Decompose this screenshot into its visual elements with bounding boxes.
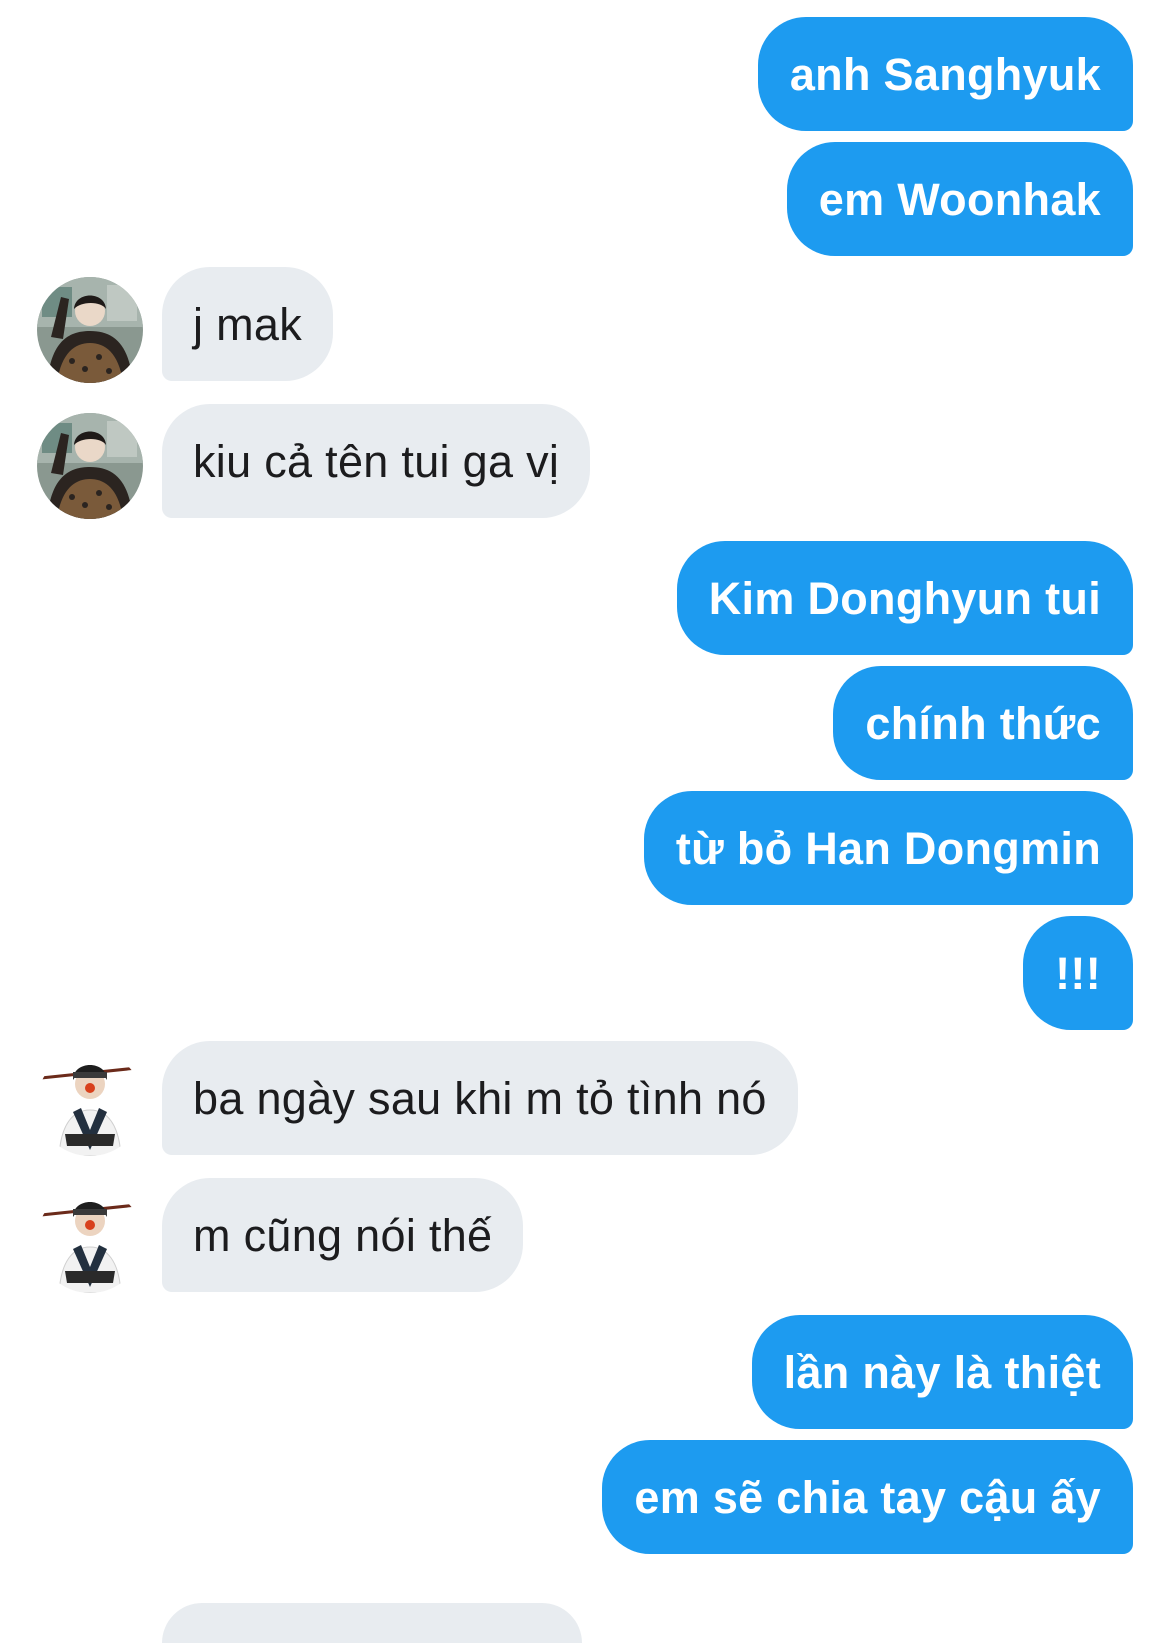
outgoing-message[interactable]: !!! bbox=[1023, 916, 1133, 1030]
avatar-photo-icon bbox=[37, 277, 143, 383]
message-text: Kim Donghyun tui bbox=[708, 572, 1101, 624]
message-text: em Woonhak bbox=[818, 173, 1101, 225]
message-text: j mak bbox=[193, 298, 303, 350]
message-text: từ bỏ Han Dongmin bbox=[675, 822, 1101, 874]
message-text: ba ngày sau khi m tỏ tình nó bbox=[193, 1072, 767, 1124]
incoming-message-partial[interactable] bbox=[162, 1603, 582, 1643]
message-text: kiu cả tên tui ga vị bbox=[193, 435, 560, 487]
contact-avatar[interactable] bbox=[37, 413, 143, 519]
outgoing-message[interactable]: từ bỏ Han Dongmin bbox=[643, 791, 1133, 905]
contact-avatar[interactable] bbox=[37, 1050, 143, 1156]
message-text: chính thức bbox=[865, 697, 1101, 749]
contact-avatar[interactable] bbox=[37, 277, 143, 383]
outgoing-message[interactable]: anh Sanghyuk bbox=[757, 17, 1133, 131]
avatar-photo-icon bbox=[37, 1187, 143, 1293]
outgoing-message[interactable]: em sẽ chia tay cậu ấy bbox=[602, 1440, 1133, 1554]
outgoing-message[interactable]: lần này là thiệt bbox=[751, 1315, 1133, 1429]
contact-avatar[interactable] bbox=[37, 1187, 143, 1293]
incoming-message[interactable]: j mak bbox=[162, 267, 334, 381]
outgoing-message[interactable]: Kim Donghyun tui bbox=[676, 541, 1133, 655]
incoming-message[interactable]: kiu cả tên tui ga vị bbox=[162, 404, 591, 518]
outgoing-message[interactable]: chính thức bbox=[833, 666, 1133, 780]
incoming-message[interactable]: m cũng nói thế bbox=[162, 1178, 524, 1292]
message-text: !!! bbox=[1055, 947, 1101, 999]
avatar-photo-icon bbox=[37, 413, 143, 519]
avatar-photo-icon bbox=[37, 1050, 143, 1156]
outgoing-message[interactable]: em Woonhak bbox=[786, 142, 1133, 256]
message-text: m cũng nói thế bbox=[193, 1209, 493, 1261]
incoming-message[interactable]: ba ngày sau khi m tỏ tình nó bbox=[162, 1041, 798, 1155]
message-text: anh Sanghyuk bbox=[789, 48, 1101, 100]
message-text: lần này là thiệt bbox=[783, 1346, 1101, 1398]
message-text: em sẽ chia tay cậu ấy bbox=[634, 1471, 1101, 1523]
